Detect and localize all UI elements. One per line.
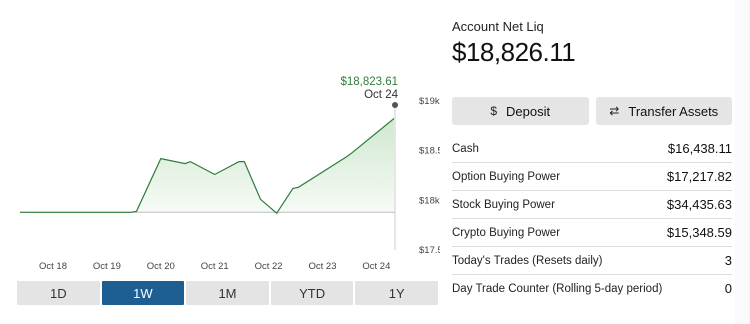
x-tick-label: Oct 23 xyxy=(309,261,337,272)
chart-panel: $19k $18.5k $18k $17.5k Oct 18 Oct 19 Oct 20 Oc… xyxy=(0,0,440,324)
range-button-1y[interactable]: 1Y xyxy=(355,281,438,305)
detail-value: 0 xyxy=(724,281,732,296)
y-tick-label: $17.5k xyxy=(419,245,440,256)
net-liq-value: $18,826.11 xyxy=(452,37,576,67)
detail-row-todays-trades: Today's Trades (Resets daily) 3 xyxy=(452,247,732,275)
x-tick-label: Oct 21 xyxy=(201,261,229,272)
y-tick-label: $18k xyxy=(419,195,440,206)
x-tick-label: Oct 22 xyxy=(255,261,283,272)
tooltip-value: $18,823.61 xyxy=(340,76,398,88)
detail-row-stock-bp: Stock Buying Power $34,435.63 xyxy=(452,191,732,219)
x-tick-label: Oct 19 xyxy=(93,261,121,272)
detail-value: 3 xyxy=(724,253,732,268)
detail-label: Stock Buying Power xyxy=(452,198,555,211)
detail-label: Cash xyxy=(452,142,479,155)
range-button-1w[interactable]: 1W xyxy=(101,281,185,305)
detail-row-day-trade-counter: Day Trade Counter (Rolling 5-day period)… xyxy=(452,275,732,302)
transfer-label: Transfer Assets xyxy=(628,103,719,119)
detail-value: $34,435.63 xyxy=(666,197,732,212)
account-details: Cash $16,438.11 Option Buying Power $17,… xyxy=(452,135,732,302)
series-area xyxy=(20,118,394,214)
action-buttons: $ Deposit ⇄ Transfer Assets xyxy=(452,97,732,125)
x-tick-label: Oct 20 xyxy=(147,261,175,272)
detail-row-cash: Cash $16,438.11 xyxy=(452,135,732,163)
account-title: Account Net Liq xyxy=(452,19,544,34)
account-panel: Account Net Liq $18,826.11 $ Deposit ⇄ T… xyxy=(452,0,732,324)
range-button-1m[interactable]: 1M xyxy=(186,281,269,305)
x-tick-label: Oct 24 xyxy=(362,261,390,272)
chart-tooltip: $18,823.61 Oct 24 xyxy=(300,76,398,102)
scroll-edge xyxy=(735,0,750,324)
deposit-button[interactable]: $ Deposit xyxy=(452,97,589,125)
range-button-ytd[interactable]: YTD xyxy=(270,281,354,305)
y-tick-label: $18.5k xyxy=(419,146,440,157)
dollar-icon: $ xyxy=(490,104,498,118)
range-button-1d[interactable]: 1D xyxy=(17,281,100,305)
detail-label: Option Buying Power xyxy=(452,170,561,183)
detail-row-option-bp: Option Buying Power $17,217.82 xyxy=(452,163,732,191)
net-liq-chart[interactable]: $19k $18.5k $18k $17.5k Oct 18 Oct 19 Oct 20 Oc… xyxy=(0,0,440,280)
range-selector: 1D 1W 1M YTD 1Y xyxy=(17,281,438,305)
detail-label: Day Trade Counter (Rolling 5-day period) xyxy=(452,282,663,295)
x-tick-label: Oct 18 xyxy=(39,261,67,272)
detail-value: $16,438.11 xyxy=(667,141,732,156)
tooltip-date: Oct 24 xyxy=(364,89,398,101)
detail-value: $17,217.82 xyxy=(666,169,732,184)
detail-label: Crypto Buying Power xyxy=(452,226,561,239)
transfer-assets-button[interactable]: ⇄ Transfer Assets xyxy=(595,97,732,125)
hover-point xyxy=(392,102,398,108)
y-tick-label: $19k xyxy=(419,96,440,107)
detail-row-crypto-bp: Crypto Buying Power $15,348.59 xyxy=(452,219,732,247)
deposit-label: Deposit xyxy=(506,103,551,119)
transfer-arrows-icon: ⇄ xyxy=(609,104,620,118)
detail-label: Today's Trades (Resets daily) xyxy=(452,254,603,267)
detail-value: $15,348.59 xyxy=(666,225,732,240)
